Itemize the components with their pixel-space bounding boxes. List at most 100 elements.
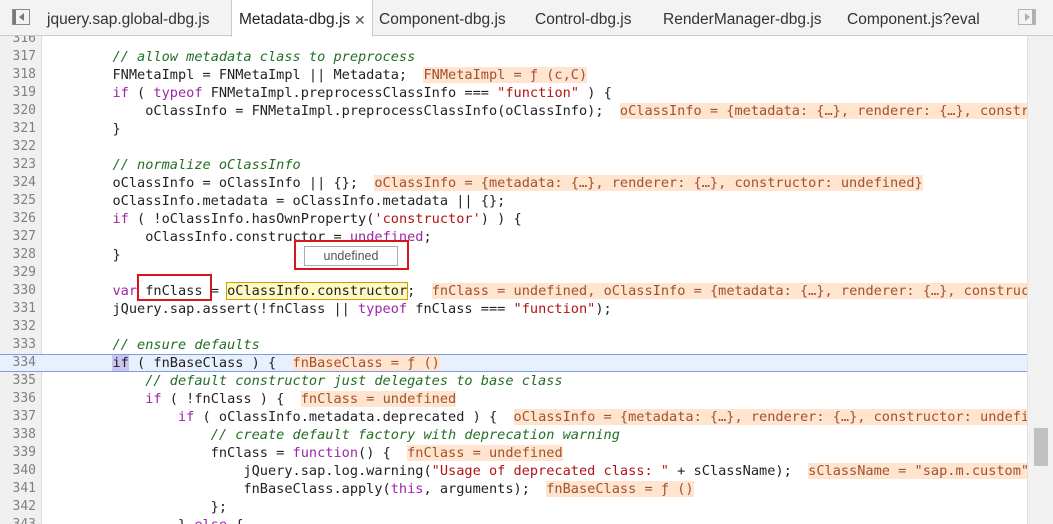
line-number[interactable]: 321 [0, 120, 36, 138]
line-number[interactable]: 324 [0, 174, 36, 192]
code-token: oClassInfo = oClassInfo || {}; [47, 175, 375, 191]
tab-rendermanager-dbg-js[interactable]: RenderManager-dbg.js [656, 0, 830, 36]
tab-label: RenderManager-dbg.js [663, 11, 822, 28]
line-number[interactable]: 335 [0, 372, 36, 390]
code-line: 331 jQuery.sap.assert(!fnClass || typeof… [0, 300, 1027, 318]
code-line: 336 if ( !fnClass ) { fnClass = undefine… [0, 390, 1027, 408]
code-token: ) ) { [480, 211, 522, 227]
code-token: jQuery.sap.assert(!fnClass || [47, 301, 358, 317]
tab-label: jquery.sap.global-dbg.js [47, 11, 210, 28]
line-number[interactable]: 323 [0, 156, 36, 174]
tab-label: Component.js?eval [847, 11, 980, 28]
code-token: ) { [579, 85, 612, 101]
code-token: oClassInfo = FNMetaImpl.preprocessClassI… [47, 103, 620, 119]
highlight-box-tooltip [294, 240, 409, 270]
line-number[interactable]: 330 [0, 282, 36, 300]
code-line: 323 // normalize oClassInfo [0, 156, 1027, 174]
line-number[interactable]: 319 [0, 84, 36, 102]
code-token: }; [47, 499, 228, 515]
code-token: "Usage of deprecated class: " [431, 463, 669, 479]
code-line: 333 // ensure defaults [0, 336, 1027, 354]
line-number[interactable]: 338 [0, 426, 36, 444]
code-line: 341 fnBaseClass.apply(this, arguments); … [0, 480, 1027, 498]
line-number[interactable]: 316 [0, 36, 36, 48]
code-text: } else { [47, 516, 244, 524]
code-token: ( !oClassInfo.hasOwnProperty( [128, 211, 375, 227]
code-line: 326 if ( !oClassInfo.hasOwnProperty('con… [0, 210, 1027, 228]
code-token: // ensure defaults [112, 337, 260, 353]
code-text: // default constructor just delegates to… [47, 372, 562, 390]
line-number[interactable]: 340 [0, 462, 36, 480]
line-number[interactable]: 320 [0, 102, 36, 120]
toggle-navigator-icon[interactable] [12, 9, 30, 25]
tab-control-dbg-js[interactable]: Control-dbg.js [528, 0, 644, 36]
code-token: () { [358, 445, 408, 461]
line-number[interactable]: 328 [0, 246, 36, 264]
vertical-scrollbar[interactable] [1027, 36, 1053, 524]
line-number[interactable]: 342 [0, 498, 36, 516]
tab-metadata-dbg-js[interactable]: Metadata-dbg.js ✕ [231, 0, 373, 37]
line-number[interactable]: 336 [0, 390, 36, 408]
code-token: else [194, 517, 227, 524]
scrollbar-thumb[interactable] [1034, 428, 1048, 466]
code-text: if ( oClassInfo.metadata.deprecated ) { … [47, 408, 1053, 426]
line-number[interactable]: 341 [0, 480, 36, 498]
code-token: "function" [497, 85, 580, 101]
line-number[interactable]: 317 [0, 48, 36, 66]
line-number[interactable]: 318 [0, 66, 36, 84]
line-number[interactable]: 329 [0, 264, 36, 282]
code-line: 316 [0, 36, 1027, 48]
line-number[interactable]: 322 [0, 138, 36, 156]
code-token: { [227, 517, 243, 524]
source-editor[interactable]: 316 317 // allow metadata class to prepro… [0, 36, 1053, 524]
hovered-expression[interactable]: oClassInfo.constructor [226, 282, 409, 300]
line-number[interactable]: 334 [0, 355, 36, 371]
code-line: 317 // allow metadata class to preproces… [0, 48, 1027, 66]
line-number[interactable]: 332 [0, 318, 36, 336]
code-text: oClassInfo = FNMetaImpl.preprocessClassI… [47, 102, 1053, 120]
code-line: 318 FNMetaImpl = FNMetaImpl || Metadata;… [0, 66, 1027, 84]
inline-variable-value: oClassInfo = {metadata: {…}, renderer: {… [374, 175, 923, 191]
highlight-box-fnclass [137, 274, 212, 301]
code-token: ; [407, 283, 432, 299]
code-text: // ensure defaults [47, 336, 260, 354]
code-token: if [112, 355, 129, 371]
toggle-debugger-icon[interactable] [1018, 9, 1036, 25]
line-number[interactable]: 333 [0, 336, 36, 354]
line-number[interactable]: 337 [0, 408, 36, 426]
code-text: fnBaseClass.apply(this, arguments); fnBa… [47, 480, 694, 498]
code-token: fnClass = [47, 445, 293, 461]
code-text: // create default factory with deprecati… [47, 426, 620, 444]
code-token: if [177, 409, 195, 425]
code-token: // normalize oClassInfo [112, 157, 301, 173]
code-token: jQuery.sap.log.warning( [47, 463, 432, 479]
line-number[interactable]: 339 [0, 444, 36, 462]
current-execution-line: 334 if ( fnBaseClass ) { fnBaseClass = ƒ… [0, 354, 1027, 372]
line-number[interactable]: 326 [0, 210, 36, 228]
code-token: if [145, 391, 162, 407]
tab-component-dbg-js[interactable]: Component-dbg.js [372, 0, 514, 36]
inline-variable-value: sClassName = "sap.m.custom" [808, 463, 1030, 479]
code-text: oClassInfo.metadata = oClassInfo.metadat… [47, 192, 505, 210]
line-number[interactable]: 331 [0, 300, 36, 318]
inline-variable-value: fnClass = undefined, oClassInfo = {metad… [431, 283, 1053, 299]
code-line: 339 fnClass = function() { fnClass = und… [0, 444, 1027, 462]
line-number[interactable]: 327 [0, 228, 36, 246]
code-line: 321 } [0, 120, 1027, 138]
code-token: FNMetaImpl = FNMetaImpl || Metadata; [47, 67, 424, 83]
tab-jquery-sap-global-dbg-js[interactable]: jquery.sap.global-dbg.js [40, 0, 226, 36]
tab-component-js-eval[interactable]: Component.js?eval [840, 0, 986, 36]
code-line: 325 oClassInfo.metadata = oClassInfo.met… [0, 192, 1027, 210]
line-number[interactable]: 325 [0, 192, 36, 210]
tab-label: Component-dbg.js [379, 11, 506, 28]
line-number[interactable]: 343 [0, 516, 36, 524]
close-tab-icon[interactable]: ✕ [354, 0, 366, 40]
code-text: // allow metadata class to preprocess [47, 48, 415, 66]
code-text: } [47, 246, 120, 264]
